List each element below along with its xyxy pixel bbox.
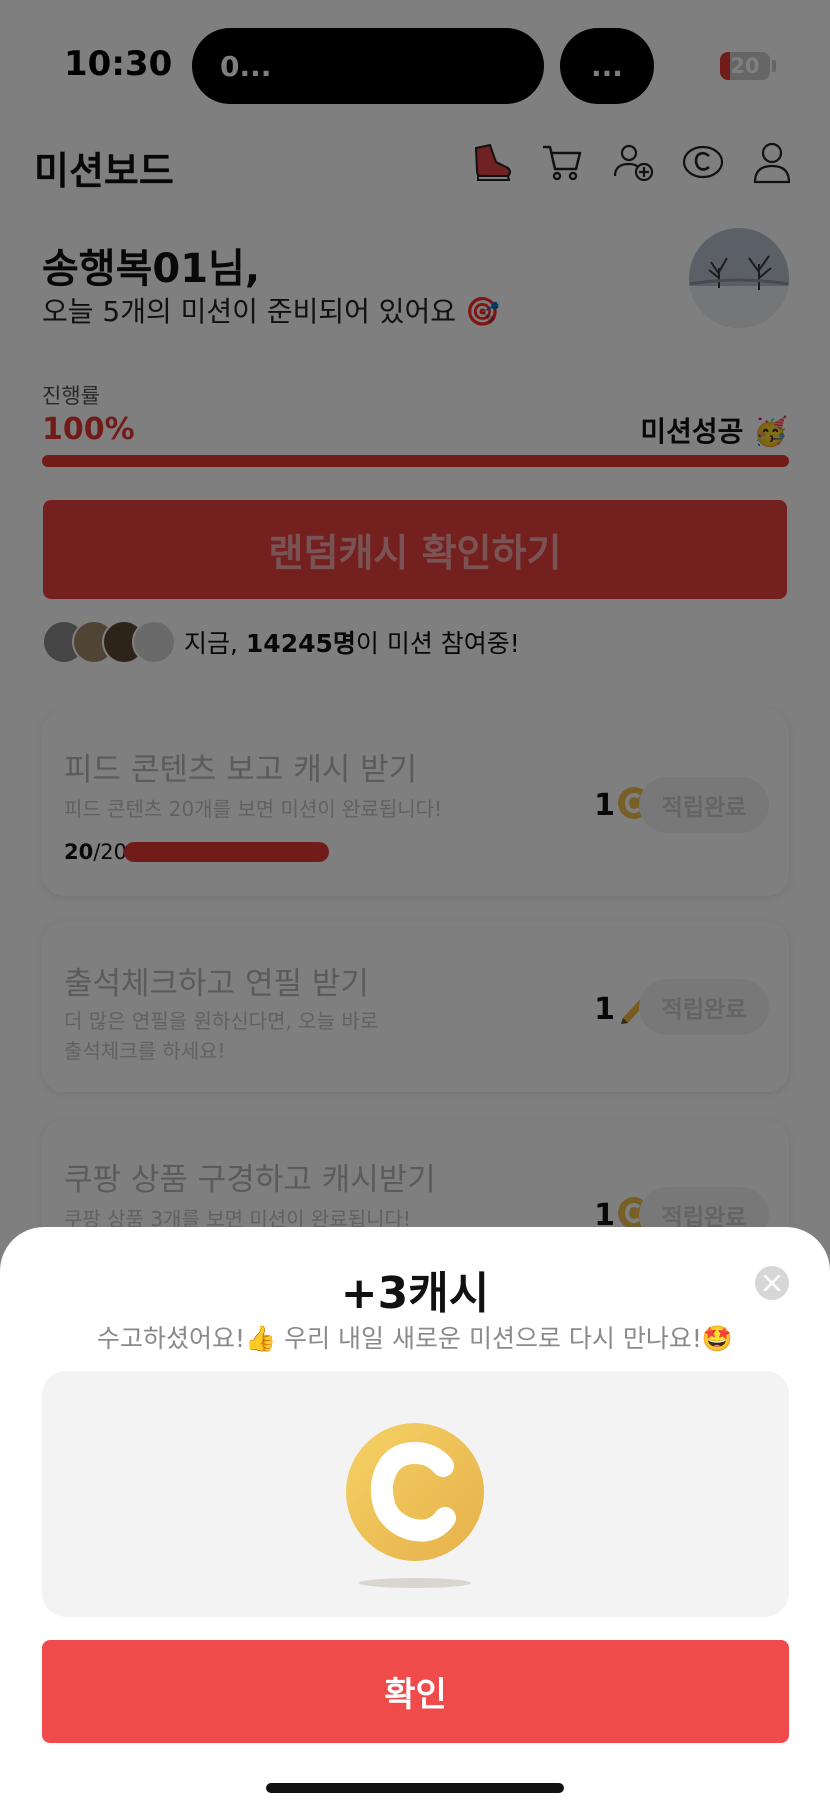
coin-panel: [42, 1371, 789, 1617]
confirm-button[interactable]: 확인: [42, 1640, 789, 1743]
reward-subtitle: 수고하셨어요!👍 우리 내일 새로운 미션으로 다시 만나요!🤩: [97, 1324, 733, 1353]
mission-board-screen: 10:30 0... ... 20 미션보드: [0, 0, 830, 1805]
cash-coin-icon: [346, 1423, 484, 1588]
reward-bottom-sheet: +3캐시 수고하셨어요!👍 우리 내일 새로운 미션으로 다시 만나요!🤩 확인: [0, 1227, 830, 1805]
close-icon[interactable]: [755, 1266, 789, 1300]
reward-title: +3캐시: [340, 1268, 490, 1319]
close-x-glyph: [763, 1274, 781, 1292]
home-indicator: [266, 1783, 564, 1793]
